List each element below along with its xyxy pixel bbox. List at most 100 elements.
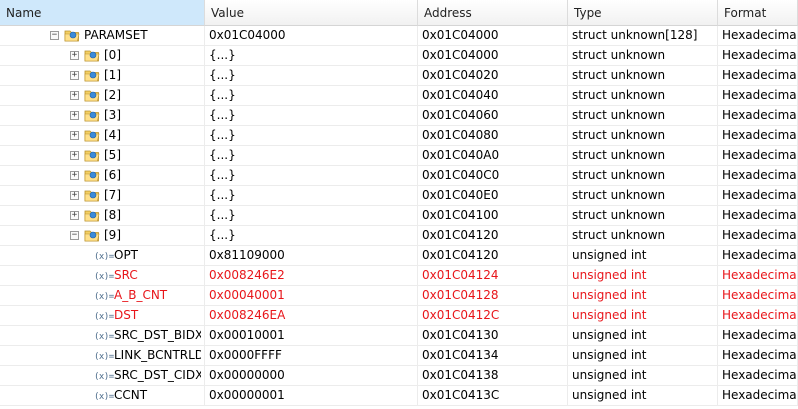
cell-format: Hexadecimal xyxy=(718,106,798,125)
row-name-label: [7] xyxy=(104,188,121,202)
tree-row[interactable]: − PARAMSET 0x01C04000 0x01C04000 struct unkn… xyxy=(0,26,798,46)
expand-toggle-icon[interactable]: + xyxy=(70,111,79,120)
column-header-name[interactable]: Name xyxy=(0,0,205,26)
cell-format: Hexadecimal xyxy=(718,266,798,285)
cell-name: + [7] xyxy=(0,186,205,205)
cell-type: unsigned int xyxy=(568,246,718,265)
cell-name: − PARAMSET xyxy=(0,26,205,45)
cell-type: struct unknown xyxy=(568,66,718,85)
cell-format: Hexadecimal xyxy=(718,126,798,145)
tree-row[interactable]: (x)= SRC_DST_BIDX 0x00010001 0x01C04130 unsi… xyxy=(0,326,798,346)
tree-row[interactable]: (x)= OPT 0x81109000 0x01C04120 unsigned int H… xyxy=(0,246,798,266)
tree-row[interactable]: + [4] {...} 0x01C04080 struct unknown Hexadec… xyxy=(0,126,798,146)
cell-format: Hexadecimal xyxy=(718,306,798,325)
expand-toggle-icon[interactable]: + xyxy=(70,191,79,200)
cell-name: + [6] xyxy=(0,166,205,185)
cell-name: + [4] xyxy=(0,126,205,145)
struct-folder-icon xyxy=(84,169,100,182)
cell-type: unsigned int xyxy=(568,306,718,325)
tree-row[interactable]: (x)= A_B_CNT 0x00040001 0x01C04128 unsigned … xyxy=(0,286,798,306)
cell-address: 0x01C04134 xyxy=(418,346,568,365)
variable-icon: (x)= xyxy=(94,292,114,302)
cell-value[interactable]: {...} xyxy=(205,206,418,225)
tree-row[interactable]: + [6] {...} 0x01C040C0 struct unknown Hexadec… xyxy=(0,166,798,186)
cell-value[interactable]: 0x0000FFFF xyxy=(205,346,418,365)
row-name-label: LINK_BCNTRLD xyxy=(114,348,201,362)
tree-row[interactable]: (x)= SRC 0x008246E2 0x01C04124 unsigned int H… xyxy=(0,266,798,286)
expand-toggle-icon[interactable]: + xyxy=(70,171,79,180)
row-name-label: [8] xyxy=(104,208,121,222)
collapse-toggle-icon[interactable]: − xyxy=(70,231,79,240)
cell-format: Hexadecimal xyxy=(718,166,798,185)
tree-row[interactable]: − [9] {...} 0x01C04120 struct unknown Hexadec… xyxy=(0,226,798,246)
expand-toggle-icon[interactable]: + xyxy=(70,211,79,220)
tree-row[interactable]: + [8] {...} 0x01C04100 struct unknown Hexadec… xyxy=(0,206,798,226)
expand-toggle-icon[interactable]: + xyxy=(70,71,79,80)
cell-type: unsigned int xyxy=(568,286,718,305)
cell-value[interactable]: 0x00000000 xyxy=(205,366,418,385)
column-header-type[interactable]: Type xyxy=(568,0,718,26)
cell-value[interactable]: {...} xyxy=(205,66,418,85)
row-name-label: SRC_DST_CIDX xyxy=(114,368,201,382)
cell-value[interactable]: 0x00040001 xyxy=(205,286,418,305)
cell-type: struct unknown xyxy=(568,86,718,105)
cell-type: struct unknown xyxy=(568,206,718,225)
row-name-label: [9] xyxy=(104,228,121,242)
cell-value[interactable]: {...} xyxy=(205,86,418,105)
cell-format: Hexadecimal xyxy=(718,286,798,305)
cell-value[interactable]: {...} xyxy=(205,106,418,125)
cell-value[interactable]: {...} xyxy=(205,226,418,245)
struct-folder-icon xyxy=(84,209,100,222)
expand-toggle-icon[interactable]: + xyxy=(70,131,79,140)
tree-row[interactable]: + [2] {...} 0x01C04040 struct unknown Hexadec… xyxy=(0,86,798,106)
cell-value[interactable]: {...} xyxy=(205,186,418,205)
cell-value[interactable]: 0x81109000 xyxy=(205,246,418,265)
cell-format: Hexadecimal xyxy=(718,146,798,165)
tree-row[interactable]: + [5] {...} 0x01C040A0 struct unknown Hexadec… xyxy=(0,146,798,166)
column-header-value[interactable]: Value xyxy=(205,0,418,26)
cell-address: 0x01C04020 xyxy=(418,66,568,85)
cell-value[interactable]: {...} xyxy=(205,166,418,185)
expand-toggle-icon[interactable]: + xyxy=(70,91,79,100)
expand-toggle-icon[interactable]: + xyxy=(70,51,79,60)
tree-row[interactable]: (x)= SRC_DST_CIDX 0x00000000 0x01C04138 unsi… xyxy=(0,366,798,386)
cell-value[interactable]: 0x008246E2 xyxy=(205,266,418,285)
row-name-label: [3] xyxy=(104,108,121,122)
row-name-label: [4] xyxy=(104,128,121,142)
tree-row[interactable]: (x)= DST 0x008246EA 0x01C0412C unsigned int H… xyxy=(0,306,798,326)
cell-value[interactable]: {...} xyxy=(205,46,418,65)
cell-value[interactable]: 0x00010001 xyxy=(205,326,418,345)
cell-address: 0x01C04040 xyxy=(418,86,568,105)
cell-address: 0x01C04000 xyxy=(418,26,568,45)
tree-row[interactable]: + [1] {...} 0x01C04020 struct unknown Hexadec… xyxy=(0,66,798,86)
collapse-toggle-icon[interactable]: − xyxy=(50,31,59,40)
cell-format: Hexadecimal xyxy=(718,386,798,405)
tree-row[interactable]: + [0] {...} 0x01C04000 struct unknown Hexadec… xyxy=(0,46,798,66)
row-name-label: [5] xyxy=(104,148,121,162)
cell-address: 0x01C04128 xyxy=(418,286,568,305)
variable-icon: (x)= xyxy=(94,252,114,262)
cell-address: 0x01C04138 xyxy=(418,366,568,385)
cell-address: 0x01C04120 xyxy=(418,246,568,265)
variable-icon: (x)= xyxy=(94,272,114,282)
row-name-label: CCNT xyxy=(114,388,148,402)
column-header-address[interactable]: Address xyxy=(418,0,568,26)
expand-toggle-icon[interactable]: + xyxy=(70,151,79,160)
cell-value[interactable]: 0x00000001 xyxy=(205,386,418,405)
cell-address: 0x01C0413C xyxy=(418,386,568,405)
cell-type: struct unknown xyxy=(568,46,718,65)
tree-row[interactable]: + [3] {...} 0x01C04060 struct unknown Hexadec… xyxy=(0,106,798,126)
tree-row[interactable]: (x)= LINK_BCNTRLD 0x0000FFFF 0x01C04134 unsi… xyxy=(0,346,798,366)
cell-value[interactable]: {...} xyxy=(205,146,418,165)
cell-format: Hexadecimal xyxy=(718,46,798,65)
cell-type: unsigned int xyxy=(568,326,718,345)
tree-row[interactable]: + [7] {...} 0x01C040E0 struct unknown Hexadec… xyxy=(0,186,798,206)
tree-row[interactable]: (x)= CCNT 0x00000001 0x01C0413C unsigned int… xyxy=(0,386,798,406)
cell-value[interactable]: {...} xyxy=(205,126,418,145)
row-name-label: [6] xyxy=(104,168,121,182)
cell-value[interactable]: 0x008246EA xyxy=(205,306,418,325)
cell-value[interactable]: 0x01C04000 xyxy=(205,26,418,45)
cell-address: 0x01C040E0 xyxy=(418,186,568,205)
cell-name: + [1] xyxy=(0,66,205,85)
column-header-format[interactable]: Format xyxy=(718,0,798,26)
